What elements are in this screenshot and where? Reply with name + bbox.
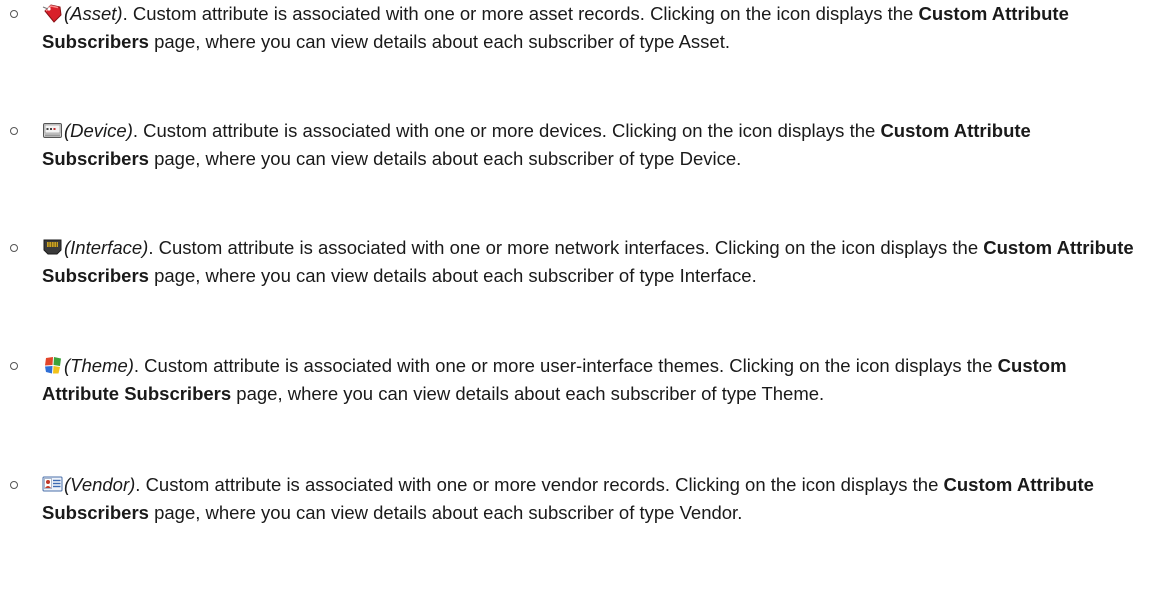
- description-text: . Custom attribute is associated with on…: [148, 237, 984, 258]
- bullet-icon: [10, 127, 18, 135]
- description-text: . Custom attribute is associated with on…: [135, 474, 944, 495]
- description-text: page, where you can view details about e…: [148, 148, 742, 169]
- theme-icon[interactable]: [42, 355, 63, 375]
- description-text: page, where you can view details about e…: [148, 502, 743, 523]
- type-label: (Interface): [64, 237, 149, 258]
- type-label: (Asset): [64, 3, 123, 24]
- asset-tag-icon[interactable]: [42, 3, 63, 23]
- description-text: . Custom attribute is associated with on…: [122, 3, 919, 24]
- type-label: (Vendor): [64, 474, 136, 495]
- list-item-text: (Vendor). Custom attribute is associated…: [42, 471, 1142, 527]
- document-page: (Asset). Custom attribute is associated …: [0, 0, 1152, 596]
- description-text: page, where you can view details about e…: [148, 265, 757, 286]
- description-text: . Custom attribute is associated with on…: [132, 120, 881, 141]
- description-text: page, where you can view details about e…: [148, 31, 730, 52]
- bullet-icon: [10, 244, 18, 252]
- interface-icon[interactable]: [42, 237, 63, 257]
- list-item-text: (Interface). Custom attribute is associa…: [42, 234, 1142, 290]
- list-item-text: (Device). Custom attribute is associated…: [42, 117, 1142, 173]
- bullet-icon: [10, 481, 18, 489]
- list-item-text: (Theme). Custom attribute is associated …: [42, 352, 1142, 408]
- bullet-icon: [10, 10, 18, 18]
- description-text: . Custom attribute is associated with on…: [133, 355, 998, 376]
- device-icon[interactable]: [42, 120, 63, 140]
- description-text: page, where you can view details about e…: [231, 383, 825, 404]
- vendor-icon[interactable]: [42, 474, 63, 494]
- type-label: (Theme): [64, 355, 134, 376]
- type-label: (Device): [64, 120, 133, 141]
- bullet-icon: [10, 362, 18, 370]
- list-item-text: (Asset). Custom attribute is associated …: [42, 0, 1142, 56]
